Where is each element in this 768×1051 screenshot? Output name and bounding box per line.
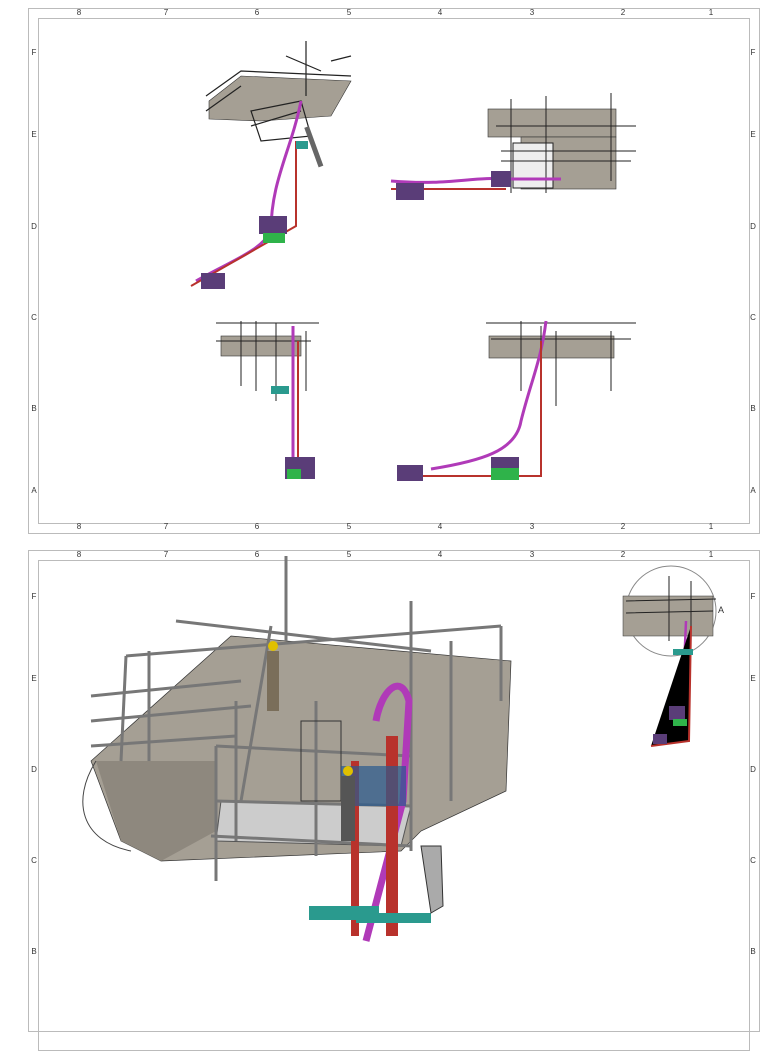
worker-figure xyxy=(341,766,355,841)
isometric-overview: A xyxy=(622,565,724,747)
orthographic-views xyxy=(190,41,636,481)
top-view xyxy=(390,93,636,200)
detail-views: A xyxy=(82,556,724,942)
drawing-sheet-2: 87654321FFEEDDCCBB A xyxy=(28,550,760,1051)
front-view xyxy=(216,321,319,479)
worker-figure xyxy=(267,641,279,711)
isometric-view xyxy=(190,41,352,289)
detail-callout-label: A xyxy=(718,605,724,615)
detail-view-a xyxy=(82,556,512,942)
side-view xyxy=(397,320,636,481)
drawing-sheet-1: 8877665544332211FFEEDDCCBBAA xyxy=(28,8,760,534)
